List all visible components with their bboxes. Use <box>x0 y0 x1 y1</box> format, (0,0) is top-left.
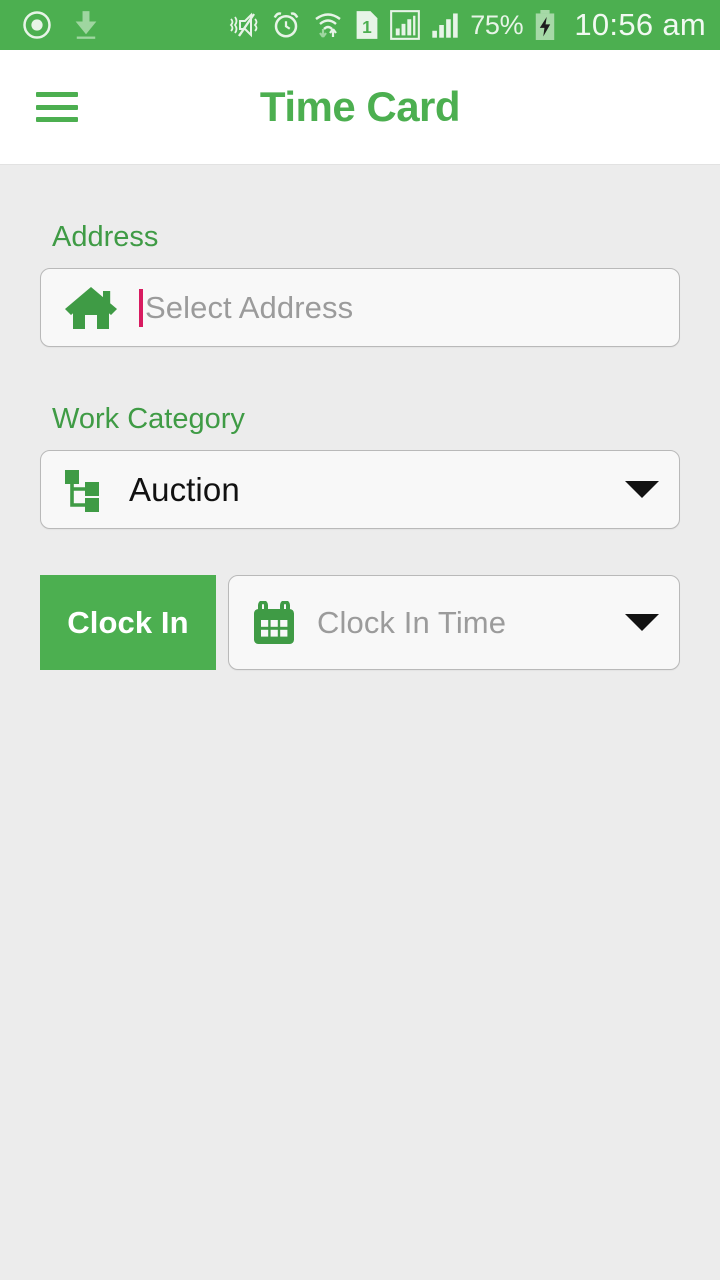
clock-in-time-placeholder: Clock In Time <box>317 604 507 640</box>
record-circle-icon <box>22 10 52 40</box>
chevron-down-icon[interactable] <box>625 481 659 498</box>
battery-charging-icon <box>534 10 556 40</box>
text-cursor <box>139 288 143 327</box>
clock-in-time-select[interactable]: Clock In Time <box>228 575 680 670</box>
work-category-label: Work Category <box>52 403 245 435</box>
status-bar: 1 75% 10:56 am <box>0 0 720 50</box>
clock-in-row: Clock In Clock In Time <box>40 575 680 670</box>
sitemap-tree-icon <box>63 468 103 512</box>
page-title: Time Card <box>259 83 461 130</box>
wifi-transfer-icon <box>312 10 344 40</box>
hamburger-bar-3 <box>36 117 78 122</box>
work-category-select[interactable]: Auction <box>40 450 680 529</box>
address-input[interactable]: Select Address <box>40 268 680 347</box>
chevron-down-icon[interactable] <box>625 614 659 631</box>
download-icon <box>72 10 100 40</box>
vibrate-mute-icon <box>228 10 260 40</box>
calendar-icon <box>253 600 295 645</box>
signal-bars-icon <box>431 10 459 40</box>
hamburger-menu-icon[interactable] <box>36 92 78 122</box>
form-content: Address Select Address Work Category Auc… <box>0 221 720 670</box>
address-label: Address <box>52 221 159 253</box>
signal-bars-boxed-icon <box>390 10 421 40</box>
sim-card-1-icon: 1 <box>355 10 379 40</box>
clock-in-button[interactable]: Clock In <box>40 575 216 670</box>
app-bar: Time Card <box>0 50 720 165</box>
svg-text:1: 1 <box>362 17 372 37</box>
status-bar-clock: 10:56 am <box>574 7 706 42</box>
address-placeholder: Select Address <box>145 289 354 325</box>
hamburger-bar-2 <box>36 104 78 110</box>
status-bar-right-icons: 1 75% 10:56 am <box>228 7 706 43</box>
work-category-value: Auction <box>129 470 240 508</box>
alarm-clock-icon <box>271 10 301 40</box>
status-bar-left-icons <box>22 10 100 40</box>
battery-percent-label: 75% <box>470 9 524 40</box>
hamburger-bar-1 <box>36 92 78 97</box>
home-icon <box>63 283 119 333</box>
